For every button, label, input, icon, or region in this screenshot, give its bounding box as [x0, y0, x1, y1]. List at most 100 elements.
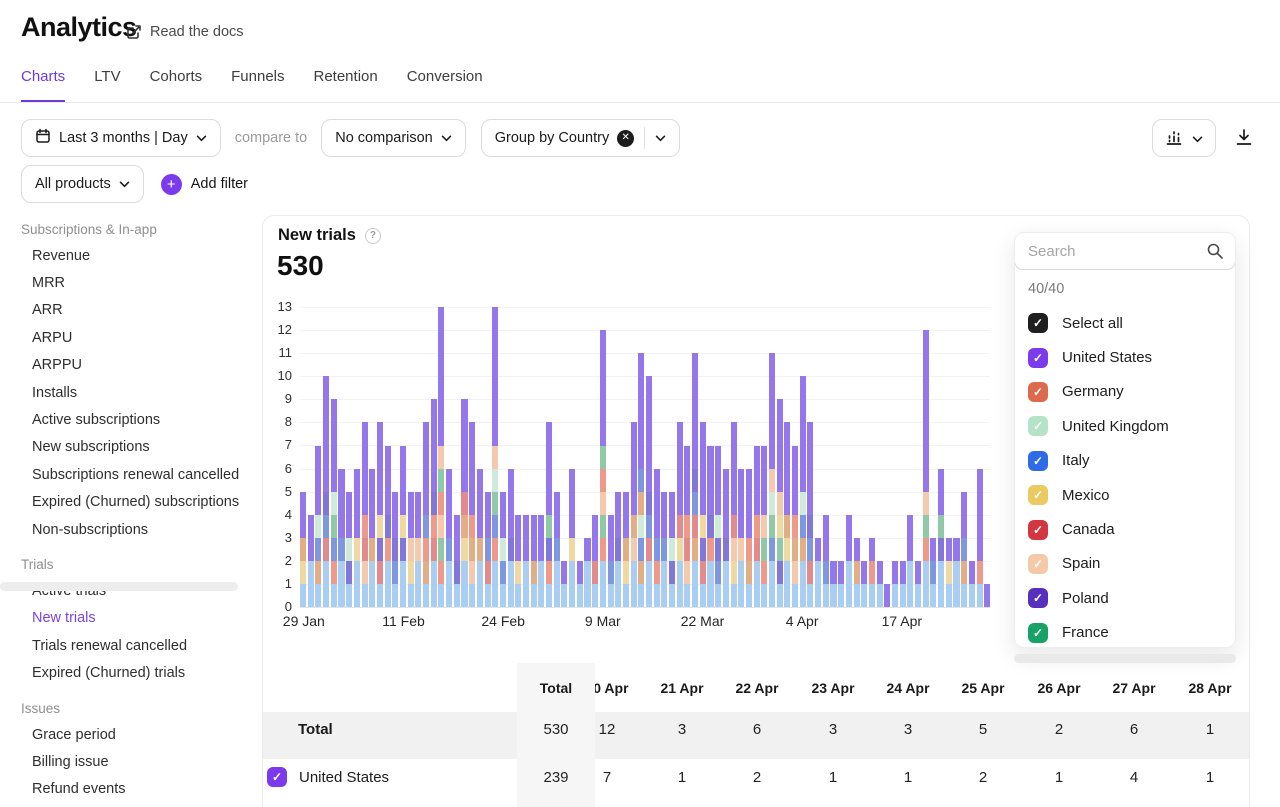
tab-cohorts[interactable]: Cohorts	[150, 68, 203, 102]
tab-retention[interactable]: Retention	[314, 68, 378, 102]
chart-bar-day-72[interactable]	[854, 538, 860, 607]
chart-bar-day-33[interactable]	[554, 492, 560, 607]
chart-bar-day-61[interactable]	[769, 353, 775, 607]
checkbox[interactable]: ✓	[1028, 623, 1048, 643]
country-row-italy[interactable]: ✓Italy	[1028, 444, 1235, 478]
chart-bar-day-18[interactable]	[438, 307, 444, 607]
country-row-united-kingdom[interactable]: ✓United Kingdom	[1028, 409, 1235, 443]
chart-bar-day-42[interactable]	[623, 492, 629, 607]
chart-bar-day-22[interactable]	[469, 422, 475, 607]
checkbox[interactable]: ✓	[1028, 588, 1048, 608]
chart-bar-day-14[interactable]	[408, 492, 414, 607]
chart-bar-day-36[interactable]	[577, 561, 583, 607]
chart-bar-day-35[interactable]	[569, 469, 575, 607]
chart-type-button[interactable]	[1152, 119, 1216, 157]
sidebar-item-active-subscriptions[interactable]: Active subscriptions	[0, 406, 245, 433]
us-row-checkbox[interactable]: ✓	[267, 767, 287, 787]
chart-bar-day-21[interactable]	[461, 399, 467, 607]
chart-bar-day-0[interactable]	[300, 492, 306, 607]
chart-bar-day-67[interactable]	[815, 538, 821, 607]
sidebar-item-trials-renewal-cancelled[interactable]: Trials renewal cancelled	[0, 632, 245, 659]
chart-bar-day-80[interactable]	[915, 561, 921, 607]
chart-bar-day-28[interactable]	[515, 515, 521, 607]
sidebar-item-expired-churned-trials[interactable]: Expired (Churned) trials	[0, 659, 245, 686]
chart-bar-day-41[interactable]	[615, 492, 621, 607]
chart-bar-day-75[interactable]	[877, 561, 883, 607]
table-horizontal-scrollbar[interactable]	[1014, 654, 1236, 663]
chart-bar-day-52[interactable]	[700, 422, 706, 607]
chart-bar-day-31[interactable]	[538, 515, 544, 607]
chart-bar-day-16[interactable]	[423, 422, 429, 607]
chart-bar-day-58[interactable]	[746, 469, 752, 607]
search-input[interactable]	[1014, 232, 1236, 270]
chart-bar-day-54[interactable]	[715, 446, 721, 607]
sidebar-item-arpu[interactable]: ARPU	[0, 324, 245, 351]
comparison-button[interactable]: No comparison	[321, 119, 466, 157]
chart-bar-day-26[interactable]	[500, 492, 506, 607]
chart-bar-day-77[interactable]	[892, 561, 898, 607]
chart-bar-day-84[interactable]	[946, 538, 952, 607]
sidebar-item-arr[interactable]: ARR	[0, 297, 245, 324]
chart-bar-day-59[interactable]	[754, 446, 760, 607]
checkbox[interactable]: ✓	[1028, 348, 1048, 368]
chart-bar-day-20[interactable]	[454, 515, 460, 607]
country-row-germany[interactable]: ✓Germany	[1028, 375, 1235, 409]
sidebar-item-non-subscriptions[interactable]: Non-subscriptions	[0, 516, 245, 543]
chart-bar-day-57[interactable]	[738, 469, 744, 607]
chart-bar-day-4[interactable]	[331, 399, 337, 607]
chevron-down-icon[interactable]	[655, 130, 666, 146]
tab-funnels[interactable]: Funnels	[231, 68, 284, 102]
sidebar-item-refund-events[interactable]: Refund events	[0, 776, 245, 803]
chart-bar-day-70[interactable]	[838, 561, 844, 607]
chart-bar-day-62[interactable]	[777, 399, 783, 607]
sidebar-scrollbar[interactable]	[0, 582, 238, 591]
checkbox[interactable]: ✓	[1028, 451, 1048, 471]
chart-bar-day-43[interactable]	[631, 422, 637, 607]
chart-bar-day-6[interactable]	[346, 492, 352, 607]
sidebar-item-mrr[interactable]: MRR	[0, 269, 245, 296]
chart-bar-day-5[interactable]	[338, 469, 344, 607]
chart-bar-day-63[interactable]	[784, 422, 790, 607]
chart-bar-day-24[interactable]	[485, 492, 491, 607]
chart-bar-day-74[interactable]	[869, 538, 875, 607]
chart-bar-day-17[interactable]	[431, 399, 437, 607]
checkbox[interactable]: ✓	[1028, 382, 1048, 402]
chart-bar-day-69[interactable]	[830, 561, 836, 607]
chart-bar-day-47[interactable]	[661, 492, 667, 607]
chart-bar-day-29[interactable]	[523, 515, 529, 607]
chart-bar-day-45[interactable]	[646, 376, 652, 607]
chart-bar-day-76[interactable]	[884, 584, 890, 607]
sidebar-item-new-subscriptions[interactable]: New subscriptions	[0, 434, 245, 461]
chart-bar-day-65[interactable]	[800, 376, 806, 607]
chart-bar-day-7[interactable]	[354, 469, 360, 607]
chart-bar-day-87[interactable]	[969, 561, 975, 607]
group-by-button[interactable]: Group by Country ✕	[481, 119, 680, 157]
sidebar-item-expired-churned-subscriptions[interactable]: Expired (Churned) subscriptions	[0, 489, 245, 516]
chart-bar-day-30[interactable]	[531, 515, 537, 607]
country-row-united-states[interactable]: ✓United States	[1028, 340, 1235, 374]
chart-bar-day-71[interactable]	[846, 515, 852, 607]
chart-bar-day-49[interactable]	[677, 422, 683, 607]
chart-bar-day-37[interactable]	[584, 538, 590, 607]
chart-bar-day-27[interactable]	[508, 469, 514, 607]
country-row-spain[interactable]: ✓Spain	[1028, 547, 1235, 581]
chart-bar-day-60[interactable]	[761, 446, 767, 607]
chart-bar-day-3[interactable]	[323, 376, 329, 607]
chart-bar-day-12[interactable]	[392, 492, 398, 607]
checkbox[interactable]: ✓	[1028, 416, 1048, 436]
sidebar-item-grace-period[interactable]: Grace period	[0, 721, 245, 748]
sidebar-item-arppu[interactable]: ARPPU	[0, 352, 245, 379]
chart-bar-day-64[interactable]	[792, 446, 798, 607]
country-row-france[interactable]: ✓France	[1028, 616, 1235, 648]
country-row-select-all[interactable]: ✓Select all	[1028, 306, 1235, 340]
country-row-poland[interactable]: ✓Poland	[1028, 581, 1235, 615]
chart-bar-day-56[interactable]	[731, 422, 737, 607]
chart-bar-day-13[interactable]	[400, 446, 406, 607]
chart-bar-day-79[interactable]	[907, 515, 913, 607]
chart-bar-day-82[interactable]	[930, 538, 936, 607]
chart-bar-day-81[interactable]	[923, 330, 929, 607]
sidebar-item-new-trials[interactable]: New trials	[0, 605, 245, 632]
chart-bar-day-86[interactable]	[961, 492, 967, 607]
chart-bar-day-11[interactable]	[385, 446, 391, 607]
help-icon[interactable]: ?	[365, 228, 381, 244]
